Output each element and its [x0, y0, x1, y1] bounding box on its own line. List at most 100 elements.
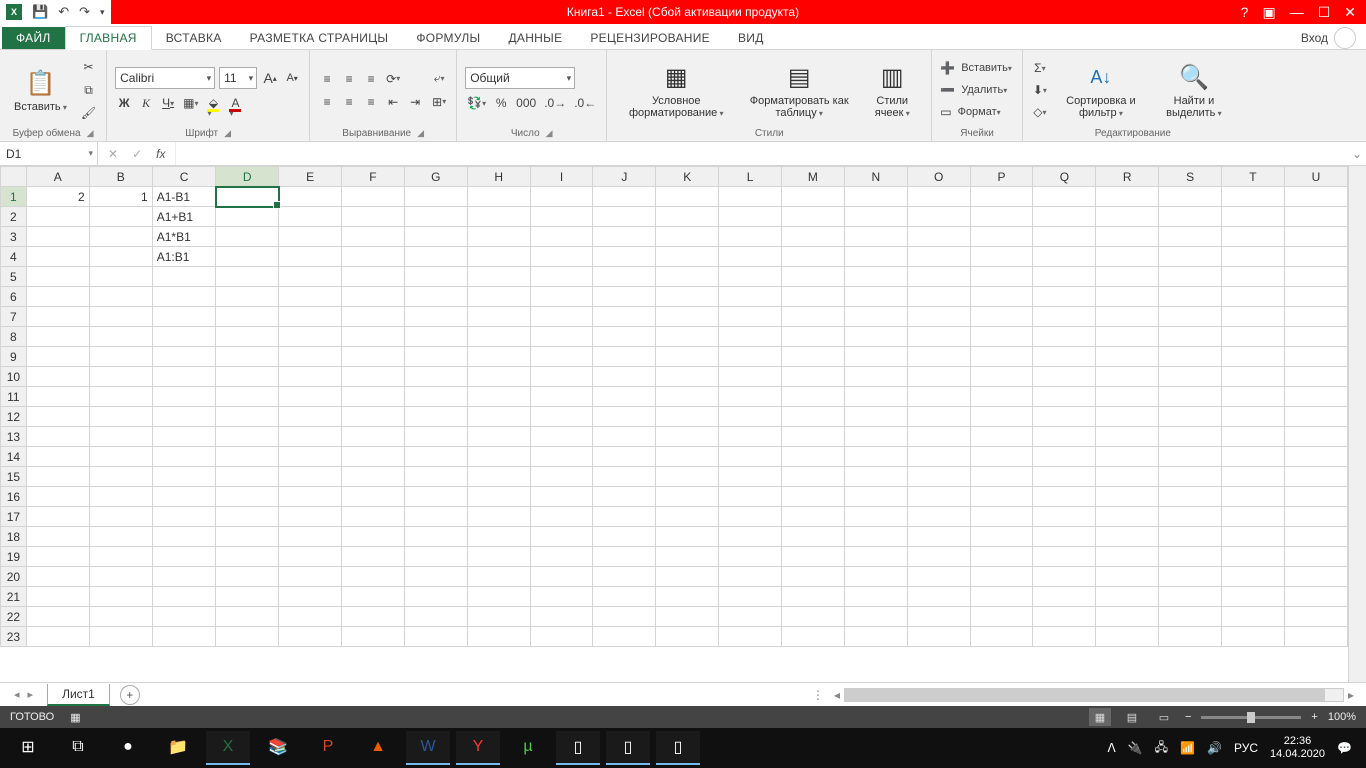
- row-header-6[interactable]: 6: [1, 287, 27, 307]
- ribbon-display-icon[interactable]: ▣: [1262, 4, 1275, 21]
- undo-icon[interactable]: ↶: [58, 4, 69, 20]
- cell-B5[interactable]: [89, 267, 152, 287]
- cell-K11[interactable]: [656, 387, 719, 407]
- cell-P5[interactable]: [970, 267, 1033, 287]
- cell-T14[interactable]: [1222, 447, 1285, 467]
- row-header-3[interactable]: 3: [1, 227, 27, 247]
- row-header-13[interactable]: 13: [1, 427, 27, 447]
- zoom-out-icon[interactable]: −: [1185, 711, 1191, 723]
- cell-I20[interactable]: [530, 567, 593, 587]
- cell-M21[interactable]: [781, 587, 844, 607]
- cell-J3[interactable]: [593, 227, 656, 247]
- cell-O6[interactable]: [907, 287, 970, 307]
- cell-T9[interactable]: [1222, 347, 1285, 367]
- cell-Q13[interactable]: [1033, 427, 1096, 447]
- cell-J5[interactable]: [593, 267, 656, 287]
- cell-P11[interactable]: [970, 387, 1033, 407]
- cell-O8[interactable]: [907, 327, 970, 347]
- fill-icon[interactable]: ⬇: [1031, 80, 1049, 100]
- cell-L6[interactable]: [719, 287, 782, 307]
- horizontal-scrollbar[interactable]: [844, 688, 1344, 702]
- font-color-icon[interactable]: A: [226, 93, 244, 113]
- cell-B3[interactable]: [89, 227, 152, 247]
- row-header-1[interactable]: 1: [1, 187, 27, 207]
- cell-D15[interactable]: [216, 467, 279, 487]
- cell-B2[interactable]: [89, 207, 152, 227]
- cell-P13[interactable]: [970, 427, 1033, 447]
- cell-C5[interactable]: [152, 267, 216, 287]
- cell-G8[interactable]: [404, 327, 467, 347]
- cell-G22[interactable]: [404, 607, 467, 627]
- cell-P15[interactable]: [970, 467, 1033, 487]
- cell-R19[interactable]: [1096, 547, 1159, 567]
- cell-E21[interactable]: [279, 587, 342, 607]
- cell-I5[interactable]: [530, 267, 593, 287]
- cell-P2[interactable]: [970, 207, 1033, 227]
- cell-J22[interactable]: [593, 607, 656, 627]
- close-icon[interactable]: ✕: [1344, 4, 1356, 21]
- cell-D11[interactable]: [216, 387, 279, 407]
- cell-U21[interactable]: [1284, 587, 1347, 607]
- cell-M18[interactable]: [781, 527, 844, 547]
- cell-J17[interactable]: [593, 507, 656, 527]
- cell-O10[interactable]: [907, 367, 970, 387]
- cell-S8[interactable]: [1159, 327, 1222, 347]
- cell-O2[interactable]: [907, 207, 970, 227]
- select-all-corner[interactable]: [1, 167, 27, 187]
- cell-A9[interactable]: [26, 347, 89, 367]
- cell-O1[interactable]: [907, 187, 970, 207]
- row-header-14[interactable]: 14: [1, 447, 27, 467]
- cell-S3[interactable]: [1159, 227, 1222, 247]
- cell-Q1[interactable]: [1033, 187, 1096, 207]
- cell-U6[interactable]: [1284, 287, 1347, 307]
- cell-D14[interactable]: [216, 447, 279, 467]
- cell-H20[interactable]: [467, 567, 530, 587]
- cell-J18[interactable]: [593, 527, 656, 547]
- cell-J8[interactable]: [593, 327, 656, 347]
- cell-H2[interactable]: [467, 207, 530, 227]
- cell-K21[interactable]: [656, 587, 719, 607]
- cell-C8[interactable]: [152, 327, 216, 347]
- cell-N4[interactable]: [844, 247, 907, 267]
- cell-S21[interactable]: [1159, 587, 1222, 607]
- cell-N13[interactable]: [844, 427, 907, 447]
- cell-R8[interactable]: [1096, 327, 1159, 347]
- cell-K10[interactable]: [656, 367, 719, 387]
- cell-A12[interactable]: [26, 407, 89, 427]
- cell-H8[interactable]: [467, 327, 530, 347]
- insert-cells-button[interactable]: Вставить: [959, 58, 1014, 78]
- col-header-N[interactable]: N: [844, 167, 907, 187]
- cell-B15[interactable]: [89, 467, 152, 487]
- increase-indent-icon[interactable]: ⇥: [406, 92, 424, 112]
- cell-U9[interactable]: [1284, 347, 1347, 367]
- cell-L2[interactable]: [719, 207, 782, 227]
- cell-E1[interactable]: [279, 187, 342, 207]
- cell-A19[interactable]: [26, 547, 89, 567]
- cell-R14[interactable]: [1096, 447, 1159, 467]
- cell-P22[interactable]: [970, 607, 1033, 627]
- cell-L5[interactable]: [719, 267, 782, 287]
- cell-U15[interactable]: [1284, 467, 1347, 487]
- cell-Q8[interactable]: [1033, 327, 1096, 347]
- row-header-15[interactable]: 15: [1, 467, 27, 487]
- cell-K6[interactable]: [656, 287, 719, 307]
- cell-U1[interactable]: [1284, 187, 1347, 207]
- row-header-20[interactable]: 20: [1, 567, 27, 587]
- clipboard-launcher[interactable]: ◢: [87, 128, 94, 139]
- cell-G17[interactable]: [404, 507, 467, 527]
- cell-D13[interactable]: [216, 427, 279, 447]
- cell-K1[interactable]: [656, 187, 719, 207]
- taskbar-powerpoint[interactable]: P: [306, 731, 350, 765]
- cell-H17[interactable]: [467, 507, 530, 527]
- cell-N1[interactable]: [844, 187, 907, 207]
- avatar-icon[interactable]: [1334, 27, 1356, 49]
- cell-O19[interactable]: [907, 547, 970, 567]
- row-header-9[interactable]: 9: [1, 347, 27, 367]
- cell-R11[interactable]: [1096, 387, 1159, 407]
- bold-button[interactable]: Ж: [115, 93, 133, 113]
- cell-G3[interactable]: [404, 227, 467, 247]
- col-header-S[interactable]: S: [1159, 167, 1222, 187]
- col-header-Q[interactable]: Q: [1033, 167, 1096, 187]
- tray-wifi-icon[interactable]: 📶: [1180, 741, 1195, 755]
- row-header-17[interactable]: 17: [1, 507, 27, 527]
